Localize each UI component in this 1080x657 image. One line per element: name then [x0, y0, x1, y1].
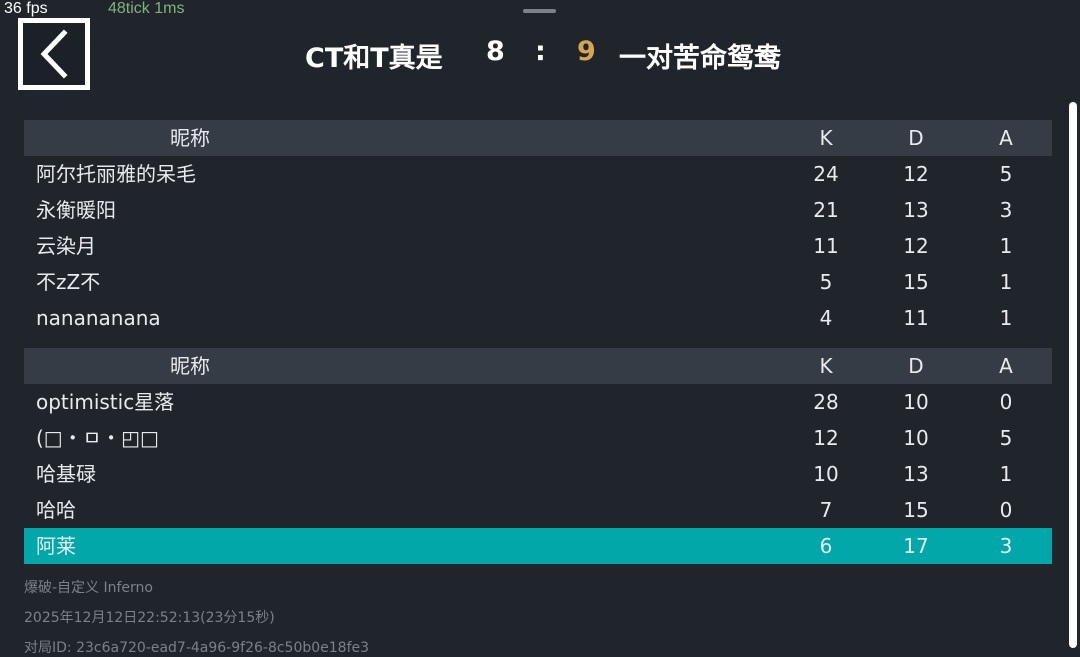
player-deaths: 10	[903, 390, 929, 414]
team2-table: 昵称 K D A optimistic星落 28 10 0 (□・ㅁ・◰□ 12 10 5 哈基…	[24, 348, 1052, 564]
player-deaths: 17	[903, 534, 929, 558]
player-row[interactable]: 哈基碌 10 13 1	[24, 456, 1052, 492]
team-t-name: 一对苦命鸳鸯	[619, 43, 781, 74]
player-assists: 3	[999, 198, 1013, 222]
player-assists: 0	[999, 498, 1013, 522]
fps-counter: 36 fps	[4, 0, 48, 17]
table-header: 昵称 K D A	[24, 348, 1052, 384]
column-deaths: D	[908, 354, 924, 378]
player-deaths: 13	[903, 198, 929, 222]
column-kills: K	[819, 354, 833, 378]
player-name: 永衡暖阳	[36, 198, 116, 222]
player-assists: 1	[999, 270, 1013, 294]
player-kills: 24	[813, 162, 839, 186]
player-kills: 11	[813, 234, 839, 258]
player-name: 哈基碌	[36, 462, 96, 486]
column-deaths: D	[908, 126, 924, 150]
scrollbar[interactable]	[1069, 102, 1077, 648]
column-name: 昵称	[170, 354, 210, 378]
player-row[interactable]: 阿尔托丽雅的呆毛 24 12 5	[24, 156, 1052, 192]
player-row[interactable]: 哈哈 7 15 0	[24, 492, 1052, 528]
table-header: 昵称 K D A	[24, 120, 1052, 156]
player-deaths: 11	[903, 306, 929, 330]
score-header: CT和T真是 8 : 9 一对苦命鸳鸯	[0, 36, 1080, 76]
player-name: 云染月	[36, 234, 96, 258]
match-time: 2025年12月12日22:52:13(23分15秒)	[24, 610, 275, 626]
player-row[interactable]: 不zZ不 5 15 1	[24, 264, 1052, 300]
player-assists: 5	[999, 162, 1013, 186]
player-row[interactable]: 云染月 11 12 1	[24, 228, 1052, 264]
player-assists: 0	[999, 390, 1013, 414]
column-kills: K	[819, 126, 833, 150]
team1-table: 昵称 K D A 阿尔托丽雅的呆毛 24 12 5 永衡暖阳 21 13 3 云染月 11 12 1 不…	[24, 120, 1052, 336]
team-t-score: 9	[577, 36, 596, 67]
player-row[interactable]: 永衡暖阳 21 13 3	[24, 192, 1052, 228]
player-kills: 4	[819, 306, 833, 330]
column-assists: A	[999, 354, 1013, 378]
player-deaths: 15	[903, 498, 929, 522]
player-row[interactable]: (□・ㅁ・◰□ 12 10 5	[24, 420, 1052, 456]
player-name: 阿莱	[36, 534, 76, 558]
player-name: nanananana	[36, 306, 161, 330]
player-row[interactable]: 阿莱 6 17 3	[24, 528, 1052, 564]
player-row[interactable]: nanananana 4 11 1	[24, 300, 1052, 336]
drag-handle[interactable]	[523, 9, 556, 13]
player-deaths: 10	[903, 426, 929, 450]
match-id: 对局ID: 23c6a720-ead7-4a96-9f26-8c50b0e18f…	[24, 640, 370, 656]
player-kills: 7	[819, 498, 833, 522]
column-name: 昵称	[170, 126, 210, 150]
player-name: (□・ㅁ・◰□	[36, 426, 159, 450]
player-deaths: 15	[903, 270, 929, 294]
player-assists: 1	[999, 234, 1013, 258]
player-kills: 10	[813, 462, 839, 486]
player-name: 不zZ不	[36, 270, 101, 294]
player-row[interactable]: optimistic星落 28 10 0	[24, 384, 1052, 420]
player-assists: 3	[999, 534, 1013, 558]
player-kills: 21	[813, 198, 839, 222]
player-kills: 5	[819, 270, 833, 294]
team-ct-name: CT和T真是	[305, 43, 443, 74]
player-deaths: 12	[903, 234, 929, 258]
tick-readout: 48tick 1ms	[108, 0, 185, 17]
player-assists: 1	[999, 306, 1013, 330]
match-mode: 爆破-自定义 Inferno	[24, 580, 153, 596]
player-name: 哈哈	[36, 498, 76, 522]
player-deaths: 13	[903, 462, 929, 486]
score-separator: :	[535, 36, 546, 67]
team-ct-score: 8	[486, 36, 505, 67]
column-assists: A	[999, 126, 1013, 150]
player-assists: 1	[999, 462, 1013, 486]
player-kills: 12	[813, 426, 839, 450]
player-kills: 6	[819, 534, 833, 558]
player-deaths: 12	[903, 162, 929, 186]
player-assists: 5	[999, 426, 1013, 450]
player-name: optimistic星落	[36, 390, 175, 414]
player-name: 阿尔托丽雅的呆毛	[36, 162, 196, 186]
player-kills: 28	[813, 390, 839, 414]
